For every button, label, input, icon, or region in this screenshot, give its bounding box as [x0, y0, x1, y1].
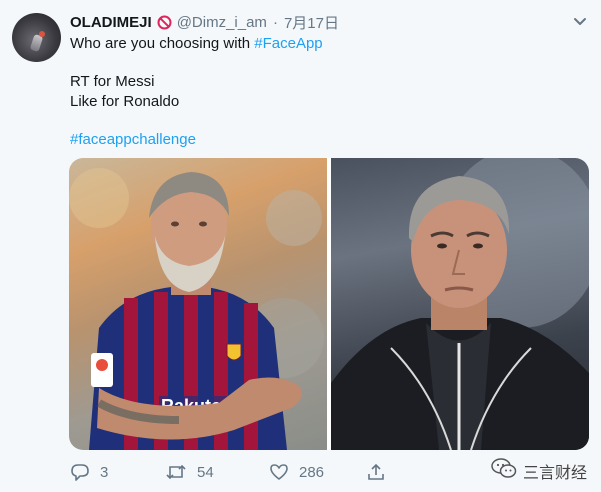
messi-faceapp-photo[interactable]: Rakuten: [69, 158, 327, 450]
watermark-text: 三言财经: [522, 464, 587, 482]
hashtag-faceapp[interactable]: #FaceApp: [254, 35, 322, 52]
ronaldo-faceapp-photo[interactable]: [331, 158, 589, 450]
retweet-button[interactable]: 54: [165, 462, 214, 482]
hashtag-faceappchallenge[interactable]: #faceappchallenge: [70, 130, 196, 150]
like-count: 286: [299, 463, 325, 481]
tweet-text-prefix: Who are you choosing with: [70, 35, 255, 52]
avatar-spark: [39, 31, 45, 37]
watermark: 三言财经: [491, 457, 587, 484]
wechat-icon: [491, 457, 517, 484]
separator-dot: ·: [272, 13, 278, 31]
avatar[interactable]: [12, 13, 61, 62]
reply-icon: [70, 462, 90, 482]
tweet-media: Rakuten: [69, 158, 589, 450]
no-entry-icon: [157, 15, 172, 30]
retweet-icon: [165, 462, 187, 482]
reply-count: 3: [100, 463, 109, 481]
share-icon: [366, 462, 386, 482]
caret-down-icon[interactable]: [573, 14, 587, 25]
author-handle[interactable]: @Dimz_i_am: [177, 14, 267, 31]
like-button[interactable]: 286: [269, 462, 324, 482]
tweet-text-line-1: Who are you choosing with #FaceApp: [70, 34, 323, 54]
tweet-text-line-2: RT for Messi: [70, 73, 155, 90]
heart-icon: [269, 462, 289, 482]
share-button[interactable]: [366, 462, 386, 482]
tweet-header: OLADIMEJI @Dimz_i_am · 7月17日: [70, 12, 339, 32]
retweet-count: 54: [197, 463, 214, 481]
reply-button[interactable]: 3: [70, 462, 108, 482]
tweet-text-line-3: Like for Ronaldo: [70, 93, 180, 110]
author-name[interactable]: OLADIMEJI: [70, 14, 152, 31]
tweet-date[interactable]: 7月17日: [284, 12, 339, 33]
